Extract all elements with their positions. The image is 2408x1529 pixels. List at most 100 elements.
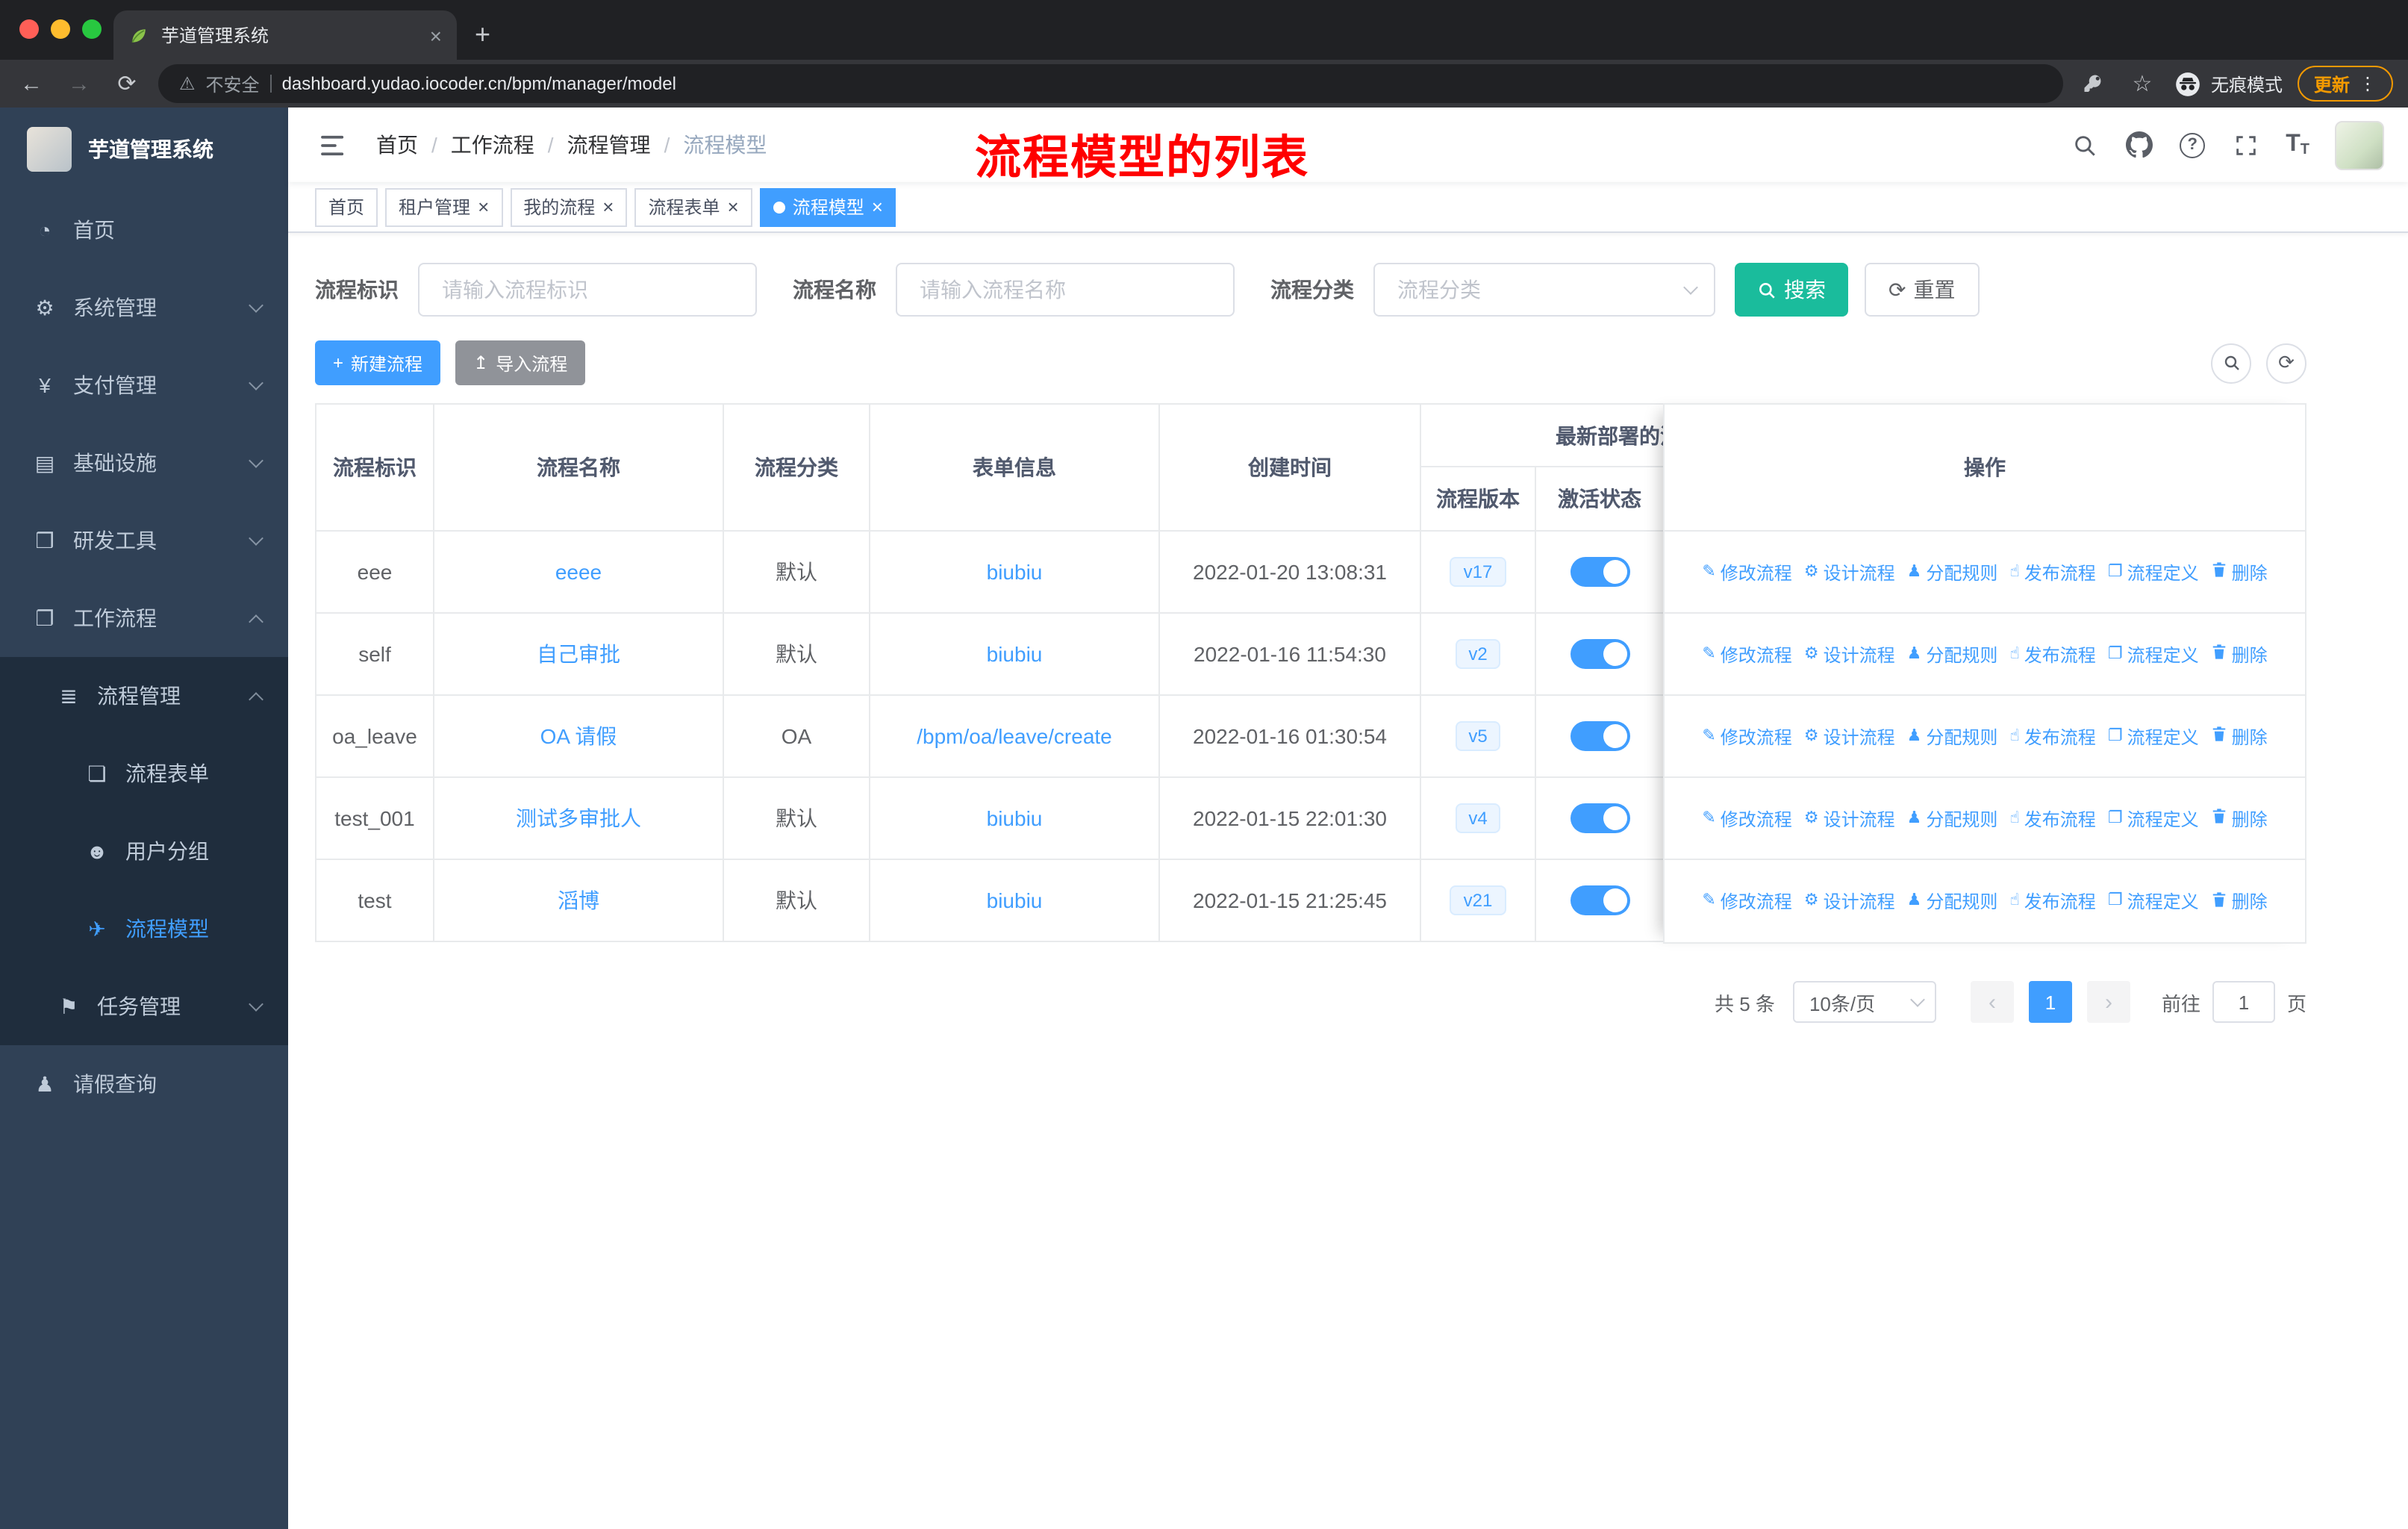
close-window-button[interactable] [19,19,39,39]
next-page-button[interactable]: › [2086,981,2130,1023]
sidebar-item-workflow[interactable]: ❐ 工作流程 [0,579,288,657]
publish-process-link[interactable]: ☝ 发布流程 [2009,723,2095,749]
edit-process-link[interactable]: ✎ 修改流程 [1702,806,1791,831]
sidebar-item-process-management[interactable]: ≣ 流程管理 [0,657,288,735]
active-toggle[interactable] [1570,639,1629,669]
reset-button[interactable]: ⟳ 重置 [1865,263,1980,317]
tag-home[interactable]: 首页 [315,187,378,226]
assign-rule-link[interactable]: ♟ 分配规则 [1907,806,1998,831]
create-process-button[interactable]: + 新建流程 [315,340,441,385]
address-bar[interactable]: ⚠ 不安全 dashboard.yudao.iocoder.cn/bpm/man… [158,64,2063,103]
minimize-window-button[interactable] [51,19,70,39]
sidebar-item-process-form[interactable]: ❏ 流程表单 [0,735,288,812]
process-name-link[interactable]: 滔博 [558,888,599,912]
browser-menu-icon[interactable]: ⋮ [2359,73,2377,94]
process-definition-link[interactable]: ❐ 流程定义 [2108,806,2199,831]
bookmark-star-icon[interactable]: ☆ [2126,72,2159,95]
page-size-select[interactable]: 10条/页 [1792,981,1936,1023]
tag-process-model[interactable]: 流程模型 × [759,187,896,226]
publish-process-link[interactable]: ☝ 发布流程 [2009,559,2095,585]
tab-close-icon[interactable]: × [430,23,442,47]
delete-process-link[interactable]: 删除 [2211,559,2268,585]
delete-process-link[interactable]: 删除 [2211,806,2268,831]
tag-my-process[interactable]: 我的流程 × [510,187,628,226]
fullscreen-icon[interactable] [2230,130,2260,160]
active-toggle[interactable] [1570,721,1629,751]
process-definition-link[interactable]: ❐ 流程定义 [2108,723,2199,749]
form-link[interactable]: biubiu [987,888,1043,912]
sidebar-item-leave-query[interactable]: ♟ 请假查询 [0,1045,288,1123]
forward-icon[interactable]: → [63,72,96,95]
new-tab-button[interactable]: + [457,19,508,60]
edit-process-link[interactable]: ✎ 修改流程 [1702,888,1791,914]
delete-process-link[interactable]: 删除 [2211,723,2268,749]
sidebar-item-system[interactable]: ⚙ 系统管理 [0,269,288,346]
breadcrumb-workflow[interactable]: 工作流程 [451,130,534,160]
design-process-link[interactable]: ⚙ 设计流程 [1804,559,1895,585]
form-link[interactable]: biubiu [987,806,1043,830]
process-definition-link[interactable]: ❐ 流程定义 [2108,888,2199,914]
sidebar-item-infrastructure[interactable]: ▤ 基础设施 [0,424,288,502]
app-logo[interactable]: 芋道管理系统 [0,108,288,191]
tag-close-icon[interactable]: × [872,197,883,217]
tag-close-icon[interactable]: × [602,197,614,217]
edit-process-link[interactable]: ✎ 修改流程 [1702,723,1791,749]
page-number-button[interactable]: 1 [2028,981,2072,1023]
back-icon[interactable]: ← [15,72,48,95]
process-name-link[interactable]: 自己审批 [537,642,620,666]
sidebar-collapse-icon[interactable] [312,134,355,156]
reload-icon[interactable]: ⟳ [110,72,143,95]
assign-rule-link[interactable]: ♟ 分配规则 [1907,888,1998,914]
edit-process-link[interactable]: ✎ 修改流程 [1702,641,1791,667]
tag-process-form[interactable]: 流程表单 × [634,187,752,226]
process-definition-link[interactable]: ❐ 流程定义 [2108,641,2199,667]
font-size-icon[interactable]: TT [2286,131,2309,158]
publish-process-link[interactable]: ☝ 发布流程 [2009,888,2095,914]
update-button[interactable]: 更新 ⋮ [2297,66,2393,102]
active-toggle[interactable] [1570,557,1629,587]
tag-tenant-management[interactable]: 租户管理 × [385,187,503,226]
breadcrumb-home[interactable]: 首页 [376,130,418,160]
process-name-input[interactable] [896,263,1235,317]
tag-close-icon[interactable]: × [728,197,739,217]
process-name-link[interactable]: eeee [555,560,602,584]
search-button[interactable]: 搜索 [1735,263,1848,317]
design-process-link[interactable]: ⚙ 设计流程 [1804,641,1895,667]
assign-rule-link[interactable]: ♟ 分配规则 [1907,723,1998,749]
process-key-input[interactable] [418,263,757,317]
delete-process-link[interactable]: 删除 [2211,888,2268,914]
tag-close-icon[interactable]: × [478,197,489,217]
github-icon[interactable] [2124,130,2154,160]
assign-rule-link[interactable]: ♟ 分配规则 [1907,559,1998,585]
publish-process-link[interactable]: ☝ 发布流程 [2009,641,2095,667]
design-process-link[interactable]: ⚙ 设计流程 [1804,888,1895,914]
form-link[interactable]: biubiu [987,642,1043,666]
publish-process-link[interactable]: ☝ 发布流程 [2009,806,2095,831]
sidebar-item-home[interactable]: ◔ 首页 [0,191,288,269]
search-icon[interactable] [2069,130,2099,160]
process-name-link[interactable]: OA 请假 [540,724,617,748]
password-key-icon[interactable] [2078,72,2111,95]
category-select[interactable]: 流程分类 [1373,263,1715,317]
design-process-link[interactable]: ⚙ 设计流程 [1804,723,1895,749]
active-toggle[interactable] [1570,885,1629,915]
goto-page-input[interactable] [2212,981,2275,1023]
sidebar-item-task-management[interactable]: ⚑ 任务管理 [0,968,288,1045]
browser-tab[interactable]: 芋道管理系统 × [113,10,457,60]
delete-process-link[interactable]: 删除 [2211,641,2268,667]
sidebar-item-user-group[interactable]: ☻ 用户分组 [0,812,288,890]
prev-page-button[interactable]: ‹ [1970,981,2014,1023]
assign-rule-link[interactable]: ♟ 分配规则 [1907,641,1998,667]
user-avatar[interactable] [2335,120,2384,169]
import-process-button[interactable]: ↥ 导入流程 [455,340,586,385]
form-link[interactable]: /bpm/oa/leave/create [917,724,1112,748]
refresh-table-button[interactable]: ⟳ [2266,343,2306,383]
sidebar-item-process-model[interactable]: ✈ 流程模型 [0,890,288,968]
active-toggle[interactable] [1570,803,1629,833]
edit-process-link[interactable]: ✎ 修改流程 [1702,559,1791,585]
toggle-search-button[interactable] [2211,343,2251,383]
design-process-link[interactable]: ⚙ 设计流程 [1804,806,1895,831]
process-name-link[interactable]: 测试多审批人 [516,806,641,830]
sidebar-item-payment[interactable]: ¥ 支付管理 [0,346,288,424]
sidebar-item-dev-tools[interactable]: ❒ 研发工具 [0,502,288,579]
